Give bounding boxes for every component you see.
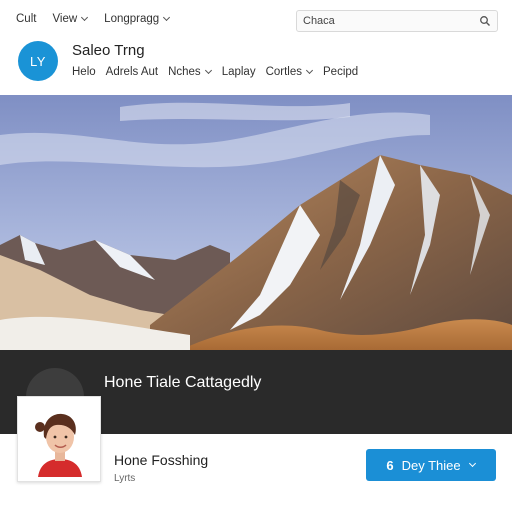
cta-label: Dey Thiee [401,457,461,473]
cta-number: 6 [386,457,394,473]
nav-item-label: Nches [168,66,201,78]
nav-item-label: Pecipd [323,66,359,78]
menu-item-label: View [52,13,78,25]
menu-item-cult[interactable]: Cult [16,13,36,25]
search-icon[interactable] [479,15,491,27]
hero-image [0,95,512,350]
nav-item-pecipd[interactable]: Pecipd [323,66,358,78]
chevron-down-icon [81,16,88,23]
person-portrait [18,397,100,481]
page-title: Saleo Trng [72,42,145,59]
avatar-initials: LY [30,53,46,69]
menu-item-view[interactable]: View [52,13,88,25]
profile-nav: Helo Adrels Aut Nches Laplay Cortles Pec… [72,66,358,78]
chevron-down-icon [163,16,170,23]
avatar[interactable]: LY [18,41,58,81]
menu-item-label: Cult [16,13,37,25]
search-value: Chaca [303,15,335,27]
nav-item-nches[interactable]: Nches [168,66,212,78]
chevron-down-icon [469,462,476,469]
nav-item-label: Cortles [265,66,303,78]
menu-item-label: Longpragg [104,13,160,25]
chevron-down-icon [205,69,212,76]
nav-item-adrels-aut[interactable]: Adrels Aut [106,66,158,78]
nav-item-cortles[interactable]: Cortles [266,66,313,78]
search-input[interactable]: Chaca [296,10,498,32]
menu-item-longpragg[interactable]: Longpragg [104,13,170,25]
bottom-subtitle: Lyrts [114,473,136,484]
nav-item-label: Helo [72,66,96,78]
nav-item-helo[interactable]: Helo [72,66,96,78]
nav-item-laplay[interactable]: Laplay [222,66,256,78]
nav-item-label: Laplay [221,66,256,78]
nav-item-label: Adrels Aut [105,66,159,78]
bottom-title: Hone Fosshing [114,452,209,468]
chevron-down-icon [306,69,313,76]
primary-action-button[interactable]: 6 Dey Thiee [366,449,496,481]
band-title: Hone Tiale Cattagedly [104,374,262,391]
mountain-landscape [0,95,512,350]
profile-photo[interactable] [17,396,101,482]
